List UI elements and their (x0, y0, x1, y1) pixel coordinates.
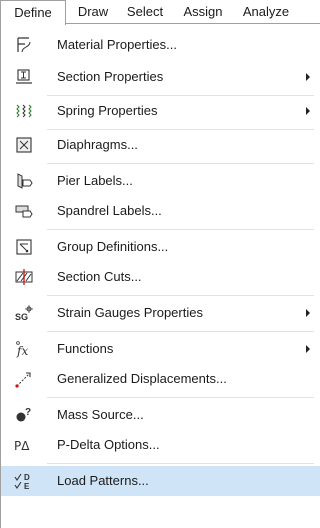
mass-source-icon: ? (13, 406, 35, 424)
menu-separator (47, 331, 314, 332)
menu-item-group-definitions[interactable]: Group Definitions... (1, 232, 320, 262)
p-delta-icon: PΔ (13, 436, 35, 454)
section-cuts-icon (13, 268, 35, 286)
material-properties-icon (13, 36, 35, 54)
menu-bar: Define Draw Select Assign Analyze (0, 0, 320, 25)
menu-item-label: Strain Gauges Properties (57, 305, 203, 320)
menu-item-diaphragms[interactable]: Diaphragms... (1, 130, 320, 160)
menu-item-generalized-displacements[interactable]: Generalized Displacements... (1, 364, 320, 394)
menu-item-functions[interactable]: fx Functions (1, 334, 320, 364)
menu-item-label: Mass Source... (57, 407, 144, 422)
menu-item-label: Pier Labels... (57, 173, 133, 188)
strain-gauges-icon-text: SG (15, 312, 28, 322)
load-patterns-icon-text-bottom: E (24, 482, 30, 490)
strain-gauges-icon: SG (13, 304, 35, 322)
menu-item-section-properties[interactable]: Section Properties (1, 62, 320, 92)
menu-item-label: P-Delta Options... (57, 437, 160, 452)
menu-item-spandrel-labels[interactable]: Spandrel Labels... (1, 196, 320, 226)
menu-separator (47, 463, 314, 464)
menu-item-label: Functions (57, 341, 114, 356)
menu-item-mass-source[interactable]: ? Mass Source... (1, 400, 320, 430)
submenu-arrow-icon (306, 345, 310, 353)
load-patterns-icon-text-top: D (24, 473, 30, 482)
menu-item-label: Material Properties... (57, 37, 177, 52)
menu-separator (47, 229, 314, 230)
section-properties-icon (13, 68, 35, 86)
pier-labels-icon (13, 172, 35, 190)
menu-assign[interactable]: Assign (175, 0, 231, 24)
submenu-arrow-icon (306, 309, 310, 317)
menu-item-strain-gauges-properties[interactable]: SG Strain Gauges Properties (1, 298, 320, 328)
menu-item-p-delta-options[interactable]: PΔ P-Delta Options... (1, 430, 320, 460)
menu-separator (47, 397, 314, 398)
menu-separator (47, 295, 314, 296)
menu-item-label: Load Patterns... (57, 473, 149, 488)
menu-item-label: Section Cuts... (57, 269, 142, 284)
spandrel-labels-icon (13, 202, 35, 220)
functions-icon-text: fx (16, 344, 28, 358)
diaphragms-icon (13, 136, 35, 154)
menu-define[interactable]: Define (0, 0, 66, 25)
menu-item-label: Spring Properties (57, 103, 158, 118)
menu-item-load-patterns[interactable]: DE Load Patterns... (1, 466, 320, 496)
menu-item-label: Diaphragms... (57, 137, 138, 152)
menu-item-section-cuts[interactable]: Section Cuts... (1, 262, 320, 292)
menu-item-pier-labels[interactable]: Pier Labels... (1, 166, 320, 196)
menu-item-label: Generalized Displacements... (57, 371, 227, 386)
submenu-arrow-icon (306, 73, 310, 81)
menu-item-label: Section Properties (57, 69, 164, 84)
load-patterns-icon: DE (13, 472, 35, 490)
menu-item-material-properties[interactable]: Material Properties... (1, 30, 320, 60)
spring-properties-icon (13, 102, 35, 120)
menu-separator (47, 163, 314, 164)
menu-analyze[interactable]: Analyze (235, 0, 297, 24)
menu-draw[interactable]: Draw (70, 0, 116, 24)
submenu-arrow-icon (306, 107, 310, 115)
define-dropdown-menu: Material Properties... Section Propertie… (0, 24, 320, 528)
functions-icon: fx (13, 340, 35, 358)
menu-item-label: Spandrel Labels... (57, 203, 162, 218)
group-definitions-icon (13, 238, 35, 256)
mass-source-icon-text: ? (25, 407, 31, 418)
p-delta-icon-text: PΔ (14, 439, 30, 453)
menu-item-spring-properties[interactable]: Spring Properties (1, 96, 320, 126)
menu-item-label: Group Definitions... (57, 239, 169, 254)
generalized-displacements-icon (13, 370, 35, 388)
menu-select[interactable]: Select (120, 0, 170, 24)
